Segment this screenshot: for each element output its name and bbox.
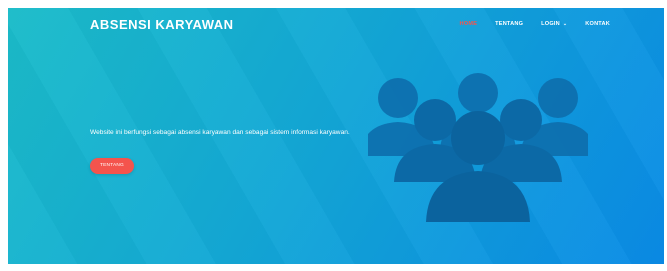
tentang-button[interactable]: TENTANG (90, 158, 134, 174)
nav-item-tentang[interactable]: TENTANG (495, 21, 523, 27)
chevron-down-icon: ⌄ (562, 21, 568, 27)
hero-section: ABSENSI KARYAWAN HOME TENTANG LOGIN ⌄ KON… (8, 8, 664, 264)
main-nav: HOME TENTANG LOGIN ⌄ KONTAK (442, 21, 610, 27)
group-of-people-icon (368, 73, 588, 222)
nav-item-home[interactable]: HOME (460, 21, 478, 27)
nav-item-login-label: LOGIN (541, 21, 560, 27)
hero-tagline: Website ini berfungsi sebagai absensi ka… (90, 129, 350, 136)
brand-logo[interactable]: ABSENSI KARYAWAN (90, 17, 234, 32)
nav-item-login[interactable]: LOGIN ⌄ (541, 21, 567, 27)
nav-item-kontak[interactable]: KONTAK (585, 21, 610, 27)
